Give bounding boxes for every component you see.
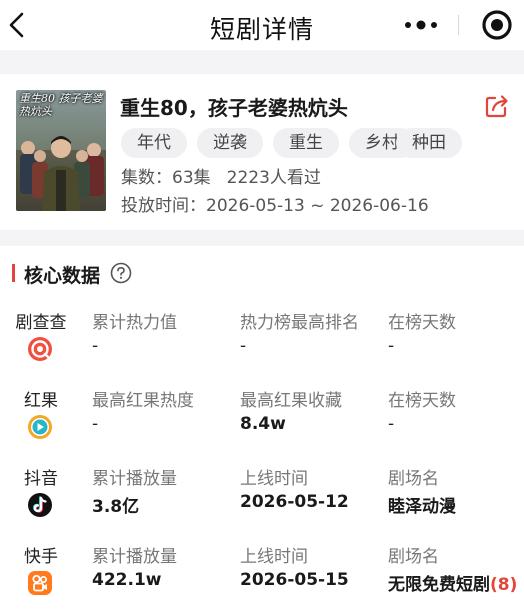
viewer-count: 2223人看过	[226, 168, 321, 188]
episodes-value: 63集	[172, 168, 211, 188]
release-info: 投放时间：2026-05-13 ~ 2026-06-16	[121, 191, 429, 216]
metric-value: 422.1w	[92, 570, 162, 590]
platform-row-douyin: 抖音 累计播放量 3.8亿 上线时间 2026-05-12 剧场名 睦泽动漫	[0, 464, 524, 542]
douyin-logo-icon	[28, 493, 52, 517]
release-value: 2026-05-13 ~ 2026-06-16	[206, 196, 429, 216]
metric-label: 热力榜最高排名	[240, 313, 359, 333]
metric-label: 剧场名	[388, 469, 439, 489]
platform-name: 红果	[24, 391, 58, 411]
question-circle-icon[interactable]	[110, 262, 132, 284]
episodes-label: 集数：	[121, 168, 172, 188]
platform-row-hongguo: 红果 最高红果热度 - 最高红果收藏 8.4w 在榜天数 -	[0, 386, 524, 464]
tag-item[interactable]: 种田	[396, 128, 462, 158]
kuaishou-logo-icon	[28, 571, 52, 595]
theater-name: 无限免费短剧	[388, 575, 490, 595]
record-circle-icon[interactable]	[480, 8, 514, 42]
theater-name-link[interactable]: 睦泽动漫	[388, 492, 456, 517]
metric-label: 最高红果热度	[92, 391, 194, 411]
metric-value: -	[92, 414, 99, 434]
tag-item[interactable]: 逆袭	[197, 128, 263, 158]
theater-name-link[interactable]: 无限免费短剧(8)	[388, 570, 517, 595]
metric-value: 2026-05-15	[240, 570, 349, 590]
metric-value: -	[388, 414, 395, 434]
metric-label: 累计播放量	[92, 469, 177, 489]
metric-label: 累计播放量	[92, 547, 177, 567]
metric-label: 上线时间	[240, 469, 308, 489]
hongguo-logo-icon	[28, 415, 52, 439]
metric-value: -	[240, 336, 247, 356]
episode-info: 集数：63集 2223人看过	[121, 163, 321, 188]
metric-label: 上线时间	[240, 547, 308, 567]
metric-label: 剧场名	[388, 547, 439, 567]
metric-label: 在榜天数	[388, 391, 456, 411]
platform-row-juchacha: 剧查查 累计热力值 - 热力榜最高排名 - 在榜天数 -	[0, 308, 524, 386]
juchacha-logo-icon	[28, 337, 52, 361]
platform-name: 抖音	[24, 469, 58, 489]
share-icon[interactable]	[484, 93, 510, 119]
metric-label: 最高红果收藏	[240, 391, 342, 411]
platform-name: 快手	[24, 547, 58, 567]
metric-value: 3.8亿	[92, 497, 140, 517]
metric-value: -	[388, 336, 395, 356]
core-data-card: 核心数据 剧查查 累计热力值 - 热力榜最高排名 - 在榜天数 - 红果 最高红…	[0, 246, 524, 610]
metric-label: 在榜天数	[388, 313, 456, 333]
drama-title: 重生80，孩子老婆热炕头	[120, 96, 348, 120]
nav-bar: 短剧详情	[0, 0, 524, 50]
section-accent-bar	[12, 264, 15, 282]
nav-divider	[458, 15, 459, 35]
tag-item[interactable]: 年代	[121, 128, 187, 158]
platform-row-kuaishou: 快手 累计播放量 422.1w 上线时间 2026-05-15 剧场名 无限免费…	[0, 542, 524, 610]
platform-name: 剧查查	[15, 313, 67, 333]
release-label: 投放时间：	[121, 196, 206, 216]
drama-poster[interactable]: 重生80 孩子老婆热炕头	[16, 90, 106, 211]
metric-value: 2026-05-12	[240, 492, 349, 512]
more-dots-icon[interactable]	[395, 12, 447, 38]
theater-drama-count: (8)	[490, 575, 518, 595]
metric-value: 8.4w	[240, 414, 286, 434]
section-title: 核心数据	[24, 265, 101, 287]
poster-title: 重生80 孩子老婆热炕头	[19, 92, 103, 118]
metric-label: 累计热力值	[92, 313, 177, 333]
metric-value: -	[92, 336, 99, 356]
tag-item[interactable]: 重生	[273, 128, 339, 158]
drama-info-card: 重生80 孩子老婆热炕头 重生80，孩子老婆热炕头 年代 逆袭 重生 乡村 种田…	[0, 74, 524, 230]
